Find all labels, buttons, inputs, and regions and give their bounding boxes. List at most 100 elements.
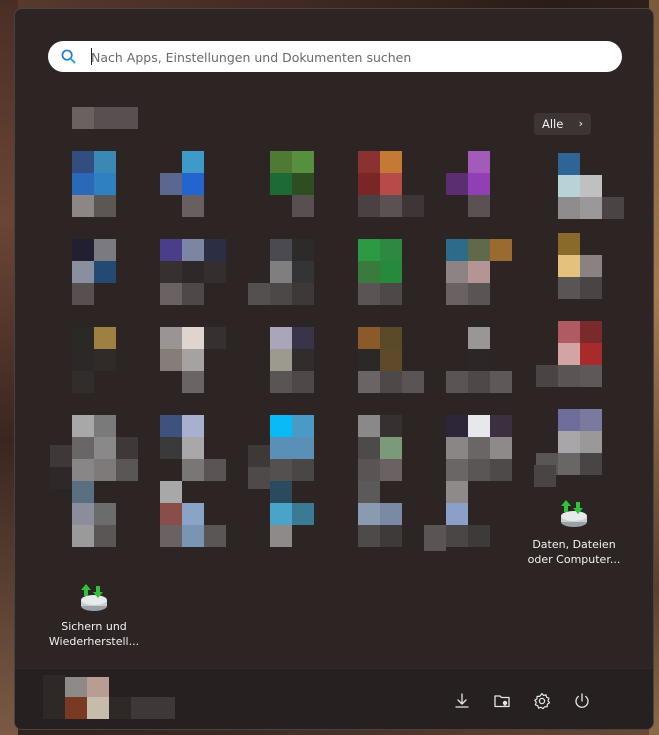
pinned-app-tile-blurred[interactable] — [358, 151, 424, 217]
pixel-block — [160, 503, 182, 525]
pixel-block — [160, 525, 182, 547]
pixel-block — [182, 173, 204, 195]
pinned-app-tile-blurred[interactable] — [558, 233, 624, 299]
pixel-block — [72, 525, 94, 547]
pixel-block — [358, 327, 380, 349]
pixel-block — [468, 283, 490, 305]
pixel-block — [270, 525, 292, 547]
pinned-app-tile-blurred[interactable] — [446, 239, 512, 305]
pinned-app-tile-blurred[interactable] — [160, 327, 226, 393]
app-data-files[interactable]: Daten, Dateien oder Computer... — [521, 497, 627, 573]
pinned-app-tile-blurred[interactable] — [248, 239, 314, 305]
download-icon[interactable] — [452, 691, 472, 711]
pinned-app-tile-blurred[interactable] — [72, 239, 138, 305]
pixel-block — [358, 151, 380, 173]
pixel-block — [292, 239, 314, 261]
pixel-block — [94, 327, 116, 349]
pixel-block — [182, 195, 204, 217]
pixel-block — [94, 503, 116, 525]
pixel-block — [72, 481, 94, 503]
pixel-block — [72, 437, 94, 459]
pinned-app-tile-blurred[interactable] — [72, 415, 138, 481]
pixel-block — [490, 437, 512, 459]
chevron-right-icon: › — [578, 117, 583, 130]
pinned-app-tile-blurred[interactable] — [72, 481, 138, 547]
pinned-app-tile-blurred[interactable] — [160, 239, 226, 305]
pixel-block — [358, 481, 380, 503]
pinned-app-tile-blurred[interactable] — [446, 415, 512, 481]
pixel-block — [204, 239, 226, 261]
pinned-app-tile-blurred[interactable] — [72, 151, 138, 217]
pixel-block — [72, 371, 94, 393]
pixel-block — [380, 503, 402, 525]
pixel-block — [270, 371, 292, 393]
pinned-app-tile-blurred[interactable] — [270, 151, 336, 217]
power-icon[interactable] — [572, 691, 592, 711]
pixel-block — [94, 459, 116, 481]
pixel-block — [446, 371, 468, 393]
search-box[interactable] — [48, 41, 622, 72]
pixel-block — [358, 371, 380, 393]
pixel-block — [72, 195, 94, 217]
app-label-line1: Daten, Dateien — [532, 538, 616, 551]
pixel-block — [468, 415, 490, 437]
user-profile-blurred[interactable] — [43, 675, 193, 729]
pinned-app-tile-blurred[interactable] — [536, 321, 602, 387]
pixel-block — [358, 459, 380, 481]
pixel-block — [292, 151, 314, 173]
pixel-block — [468, 261, 490, 283]
pinned-app-tile-blurred[interactable] — [446, 151, 512, 217]
all-apps-button[interactable]: Alle › — [534, 113, 591, 135]
gear-icon[interactable] — [532, 691, 552, 711]
pinned-app-tile-blurred[interactable] — [160, 481, 226, 547]
pixel-block — [446, 503, 468, 525]
pixel-block — [160, 239, 182, 261]
pixel-block — [402, 195, 424, 217]
pinned-app-tile-blurred[interactable] — [270, 327, 336, 393]
pixel-block — [446, 261, 468, 283]
start-menu-footer — [15, 668, 653, 729]
pixel-block — [94, 195, 116, 217]
pixel-block — [292, 261, 314, 283]
pixel-block — [270, 415, 292, 437]
pinned-app-tile-blurred[interactable] — [558, 153, 624, 219]
pixel-block — [292, 503, 314, 525]
folder-icon[interactable] — [492, 691, 512, 711]
pinned-app-tile-blurred[interactable] — [446, 327, 512, 393]
pixel-block — [580, 409, 602, 431]
pixel-block — [468, 349, 490, 371]
pinned-app-tile-blurred[interactable] — [160, 415, 226, 481]
pixel-block — [72, 283, 94, 305]
pinned-app-tile-blurred[interactable] — [72, 327, 138, 393]
pixel-block — [72, 151, 94, 173]
pinned-app-tile-blurred[interactable] — [270, 415, 336, 481]
pinned-app-tile-blurred[interactable] — [270, 481, 336, 547]
pixel-block — [292, 283, 314, 305]
pinned-app-tile-blurred[interactable] — [358, 415, 424, 481]
pixel-block — [182, 327, 204, 349]
pixel-block — [468, 525, 490, 547]
pinned-app-tile-blurred[interactable] — [160, 151, 226, 217]
app-backup-restore[interactable]: Sichern und Wiederherstell... — [41, 577, 147, 653]
pixel-block — [72, 503, 94, 525]
pixel-block — [292, 195, 314, 217]
pinned-app-tile-blurred[interactable] — [358, 239, 424, 305]
pixel-block — [446, 525, 468, 547]
pixel-block — [270, 437, 292, 459]
pixel-block — [204, 327, 226, 349]
pixel-block — [490, 459, 512, 481]
search-input[interactable] — [89, 44, 613, 71]
pixel-block — [248, 445, 270, 467]
app-label-line2: oder Computer... — [527, 553, 621, 566]
pinned-app-tile-blurred[interactable] — [358, 481, 424, 547]
pixel-block — [468, 195, 490, 217]
pixel-block — [358, 239, 380, 261]
pixel-block — [270, 239, 292, 261]
pixel-block — [558, 255, 580, 277]
pixel-block — [182, 415, 204, 437]
pixel-block — [72, 415, 94, 437]
pixel-block — [380, 525, 402, 547]
pinned-app-tile-blurred[interactable] — [358, 327, 424, 393]
search-icon — [61, 49, 76, 64]
app-label-line2: Wiederherstell... — [48, 635, 140, 648]
